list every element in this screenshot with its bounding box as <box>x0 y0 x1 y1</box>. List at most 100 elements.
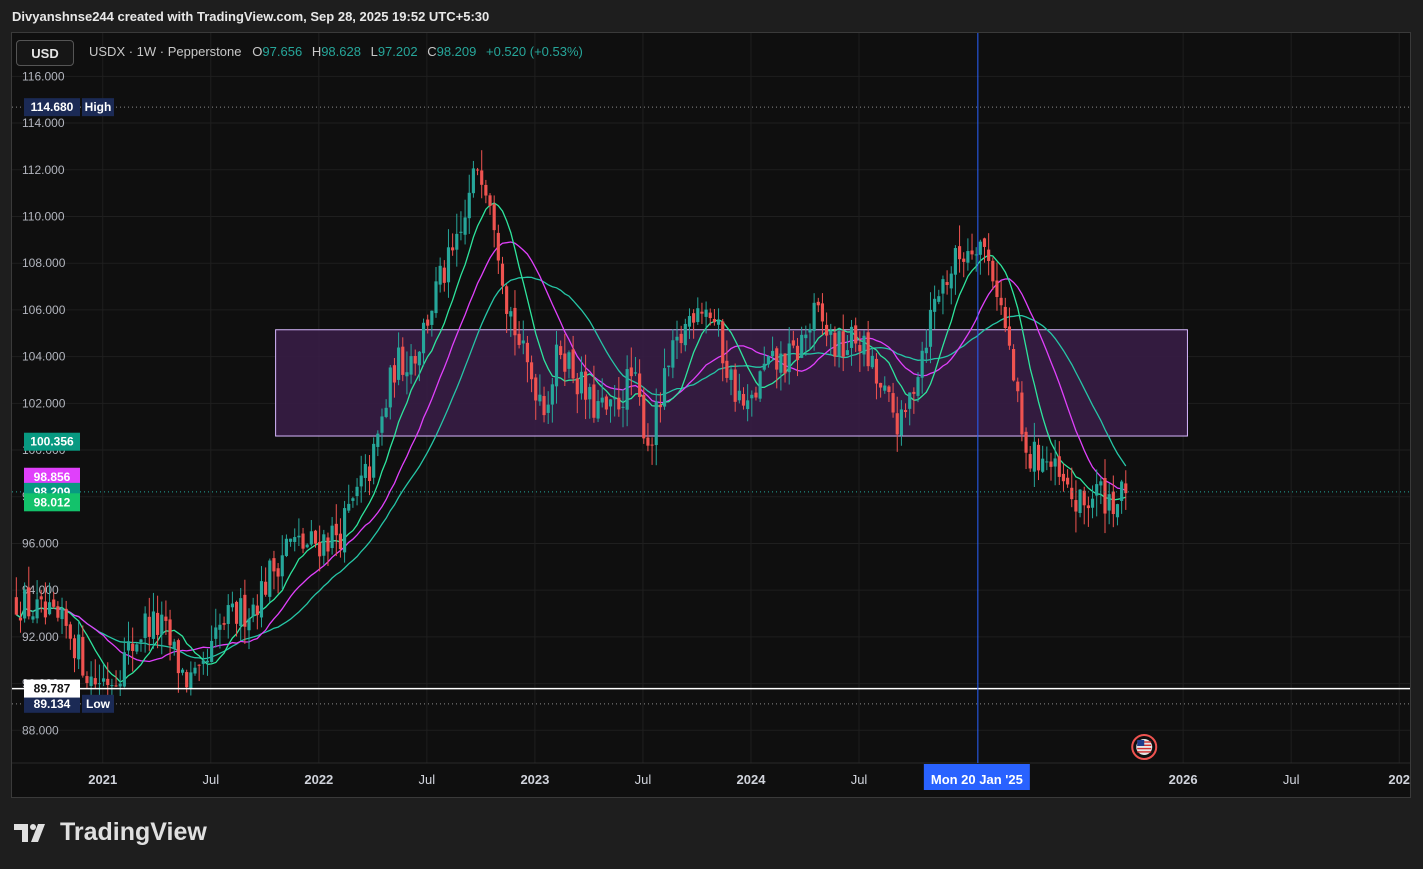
candle-body <box>1045 461 1049 463</box>
candle-body <box>662 368 667 407</box>
candle-body <box>696 308 700 323</box>
high-price-tag: 114.680 <box>31 100 74 114</box>
candle-body <box>72 638 77 659</box>
candle-body <box>920 350 924 378</box>
candle-body <box>866 332 870 367</box>
candle-body <box>1086 505 1090 509</box>
candle-body <box>81 637 85 676</box>
candle-body <box>168 619 172 646</box>
candle-body <box>513 307 517 336</box>
candle-body <box>895 413 899 435</box>
price-chart[interactable]: 116.000 114.000 112.000 110.000 108.000 106.0… <box>12 33 1410 797</box>
candle-body <box>413 355 417 364</box>
support-price-tag: 89.787 <box>34 682 71 696</box>
candle-body <box>147 616 151 637</box>
candle-body <box>924 347 928 354</box>
candle-body <box>1057 456 1061 477</box>
tradingview-logo[interactable]: TradingView <box>14 818 207 847</box>
candle-body <box>172 641 176 649</box>
candle-body <box>841 331 845 357</box>
candle-body <box>978 241 982 255</box>
candle-body <box>741 393 746 406</box>
candle-body <box>43 601 47 618</box>
candle-body <box>97 683 102 685</box>
candle-body <box>471 168 475 194</box>
candle-body <box>1024 431 1028 453</box>
candle-body <box>529 362 534 380</box>
candle-body <box>953 248 957 275</box>
candle-body <box>804 334 808 339</box>
candle-body <box>463 217 467 235</box>
candle-body <box>746 400 750 410</box>
y-tick-label: 92.000 <box>22 630 59 644</box>
candle-body <box>1012 348 1016 381</box>
candle-body <box>367 466 372 482</box>
candle-body <box>455 233 459 250</box>
candle-body <box>322 534 326 556</box>
candle-body <box>1028 454 1032 469</box>
candle-body <box>654 401 658 446</box>
candle-body <box>293 537 297 543</box>
candle-body <box>849 326 854 348</box>
ma-mid-line <box>15 241 1127 663</box>
candle-body <box>833 332 837 357</box>
candle-body <box>343 508 347 553</box>
candle-body <box>646 437 650 446</box>
candle-body <box>210 640 214 663</box>
candle-body <box>604 396 608 410</box>
candle-body <box>1095 484 1099 496</box>
candle-body <box>791 340 795 346</box>
candle-body <box>546 404 550 413</box>
candle-body <box>384 407 388 417</box>
candle-body <box>608 399 613 407</box>
candle-body <box>642 394 646 439</box>
candle-body <box>862 335 866 355</box>
candle-body <box>218 624 222 630</box>
low-marker: Low <box>86 697 111 711</box>
candle-body <box>579 371 584 394</box>
candle-body <box>957 246 962 260</box>
candle-body <box>68 624 72 639</box>
candle-body <box>829 330 833 335</box>
candle-body <box>64 608 68 626</box>
candle-body <box>18 617 23 621</box>
candle-body <box>575 378 579 395</box>
candle-body <box>567 352 571 369</box>
ma-fast-line <box>15 202 1126 683</box>
y-tick-label: 110.000 <box>22 209 65 223</box>
candle-body <box>737 390 741 401</box>
candle-body <box>164 616 168 621</box>
candle-body <box>264 581 268 595</box>
candle-body <box>1090 498 1095 508</box>
candle-body <box>60 608 64 620</box>
candle-body <box>525 342 529 363</box>
candle-body <box>716 320 721 325</box>
candle-body <box>35 599 39 619</box>
candle-body <box>338 533 343 550</box>
candle-body <box>438 265 442 285</box>
chart-frame[interactable]: 116.000 114.000 112.000 110.000 108.000 106.0… <box>11 32 1411 798</box>
legend-change: +0.520 (+0.53%) <box>486 44 583 59</box>
x-tick-label: 2022 <box>304 772 333 787</box>
candle-body <box>1078 489 1082 513</box>
candle-body <box>230 603 234 608</box>
currency-button[interactable]: USD <box>16 40 74 66</box>
ma-fast-price-tag: 98.012 <box>34 495 71 509</box>
candle-body <box>858 345 862 352</box>
candle-body <box>712 319 716 323</box>
candle-body <box>114 685 118 687</box>
candle-body <box>970 250 974 255</box>
candle-body <box>1082 490 1086 506</box>
candle-body <box>102 678 106 682</box>
legend-high-key: H <box>311 44 322 59</box>
candle-body <box>775 348 779 370</box>
candle-body <box>376 433 380 447</box>
candle-body <box>247 618 251 631</box>
candle-body <box>467 192 471 219</box>
candle-body <box>480 170 484 185</box>
candle-body <box>301 533 305 549</box>
candle-body <box>1007 326 1012 346</box>
candle-body <box>442 267 446 283</box>
candle-body <box>347 503 351 511</box>
candle-body <box>982 238 987 247</box>
